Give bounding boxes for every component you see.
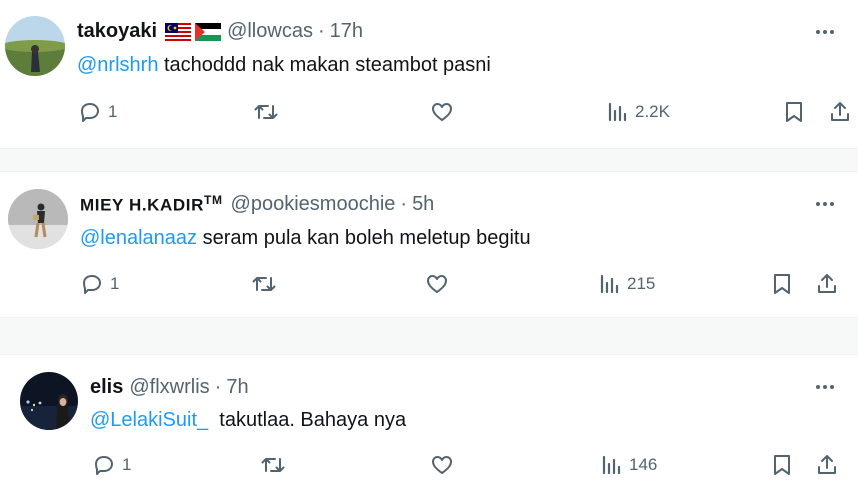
views-button[interactable]: 146 bbox=[601, 453, 657, 477]
retweet-button[interactable] bbox=[253, 100, 279, 124]
tweet-text: @LelakiSuit_ takutlaa. Bahaya nya bbox=[90, 409, 406, 432]
author-name[interactable]: elis bbox=[90, 376, 123, 399]
views-icon bbox=[608, 102, 627, 122]
heart-icon bbox=[432, 103, 452, 121]
share-icon bbox=[818, 455, 836, 474]
like-button[interactable] bbox=[430, 453, 454, 477]
reply-button[interactable]: 1 bbox=[92, 453, 131, 477]
avatar[interactable] bbox=[8, 189, 68, 249]
reply-count: 1 bbox=[122, 455, 132, 474]
more-icon[interactable] bbox=[810, 194, 840, 214]
tweet-1[interactable]: takoyaki @llowcas · 17h @nrlshrh tachodd… bbox=[0, 0, 858, 148]
separator: · bbox=[317, 20, 325, 42]
share-icon bbox=[818, 274, 836, 293]
like-button[interactable] bbox=[430, 100, 454, 124]
author-handle[interactable]: @flxwrlis bbox=[129, 376, 209, 399]
tweet-2[interactable]: MIEY H.KADIRTM @pookiesmoochie · 5h @len… bbox=[0, 172, 858, 317]
author-handle[interactable]: @llowcas bbox=[227, 20, 313, 43]
views-count: 215 bbox=[627, 274, 656, 293]
separator: · bbox=[400, 193, 408, 215]
palestine-flag-icon bbox=[195, 22, 222, 41]
like-button[interactable] bbox=[425, 272, 449, 296]
views-count: 146 bbox=[629, 455, 658, 474]
bookmark-button[interactable] bbox=[771, 272, 793, 296]
share-button[interactable] bbox=[815, 272, 839, 296]
bookmark-button[interactable] bbox=[771, 453, 793, 477]
bookmark-icon bbox=[774, 274, 790, 294]
tweet-text-content: takutlaa. Bahaya nya bbox=[208, 409, 407, 431]
more-icon[interactable] bbox=[810, 22, 840, 42]
mention-link[interactable]: @LelakiSuit_ bbox=[90, 409, 208, 431]
malaysia-flag-icon bbox=[165, 22, 192, 41]
author-name[interactable]: MIEY H.KADIRTM bbox=[80, 193, 223, 216]
separator: · bbox=[214, 376, 222, 398]
mention-link[interactable]: @lenalanaaz bbox=[80, 227, 197, 249]
trademark-suffix: TM bbox=[204, 193, 223, 208]
retweet-icon bbox=[261, 458, 285, 472]
retweet-icon bbox=[254, 105, 278, 119]
reply-icon bbox=[81, 103, 99, 122]
share-icon bbox=[831, 102, 849, 121]
reply-icon bbox=[83, 275, 101, 294]
tweet-text-content: tachoddd nak makan steambot pasni bbox=[158, 54, 491, 76]
avatar[interactable] bbox=[5, 16, 65, 76]
bookmark-icon bbox=[786, 102, 802, 122]
tweet-text: @nrlshrh tachoddd nak makan steambot pas… bbox=[77, 54, 491, 77]
reply-icon bbox=[95, 456, 113, 475]
views-icon bbox=[602, 455, 621, 475]
timestamp[interactable]: 7h bbox=[226, 376, 248, 399]
tweet-3[interactable]: elis @flxwrlis · 7h @LelakiSuit_ takutla… bbox=[0, 355, 858, 499]
author-name[interactable]: takoyaki bbox=[77, 20, 157, 43]
heart-icon bbox=[432, 456, 452, 474]
reply-count: 1 bbox=[110, 274, 120, 293]
views-count: 2.2K bbox=[635, 102, 670, 121]
bookmark-button[interactable] bbox=[783, 100, 805, 124]
retweet-button[interactable] bbox=[260, 453, 286, 477]
author-name-text: MIEY H.KADIR bbox=[80, 195, 205, 215]
gap bbox=[0, 318, 858, 354]
share-button[interactable] bbox=[815, 453, 839, 477]
tweet-text-content: seram pula kan boleh meletup begitu bbox=[197, 227, 531, 249]
views-button[interactable]: 215 bbox=[599, 272, 655, 296]
views-icon bbox=[600, 274, 619, 294]
reply-count: 1 bbox=[108, 102, 118, 121]
timestamp[interactable]: 5h bbox=[412, 193, 434, 216]
mention-link[interactable]: @nrlshrh bbox=[77, 54, 158, 76]
timestamp[interactable]: 17h bbox=[330, 20, 363, 43]
heart-icon bbox=[427, 275, 447, 293]
views-button[interactable]: 2.2K bbox=[607, 100, 670, 124]
bookmark-icon bbox=[774, 455, 790, 475]
more-icon[interactable] bbox=[810, 377, 840, 397]
share-button[interactable] bbox=[828, 100, 852, 124]
tweet-text: @lenalanaaz seram pula kan boleh meletup… bbox=[80, 227, 531, 250]
gap bbox=[0, 149, 858, 171]
reply-button[interactable]: 1 bbox=[80, 272, 119, 296]
author-handle[interactable]: @pookiesmoochie bbox=[231, 193, 396, 216]
avatar[interactable] bbox=[20, 372, 78, 430]
retweet-button[interactable] bbox=[251, 272, 277, 296]
reply-button[interactable]: 1 bbox=[78, 100, 117, 124]
retweet-icon bbox=[252, 277, 276, 291]
